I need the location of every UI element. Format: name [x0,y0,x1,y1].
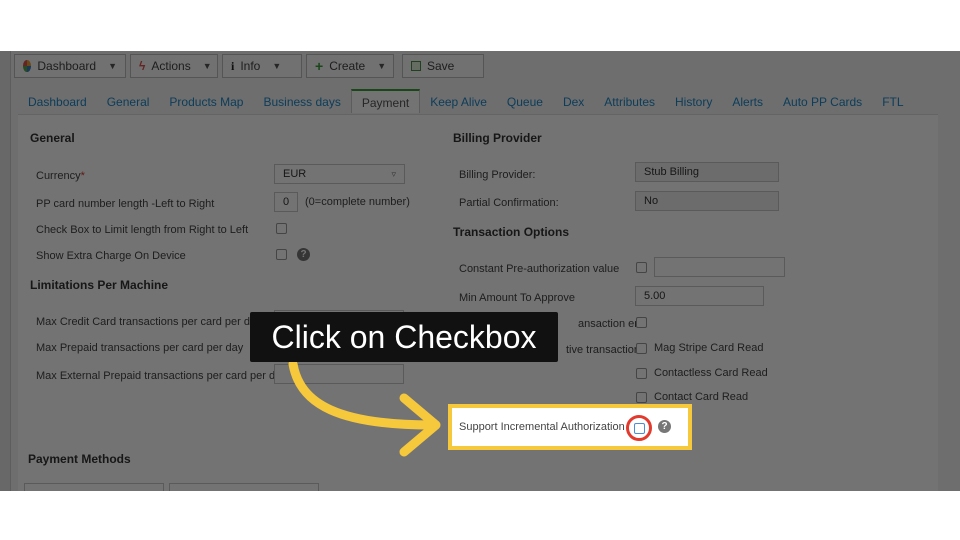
pointer-arrow [288,359,441,457]
arrow-curve [288,359,437,430]
instruction-callout: Click on Checkbox [250,312,558,362]
